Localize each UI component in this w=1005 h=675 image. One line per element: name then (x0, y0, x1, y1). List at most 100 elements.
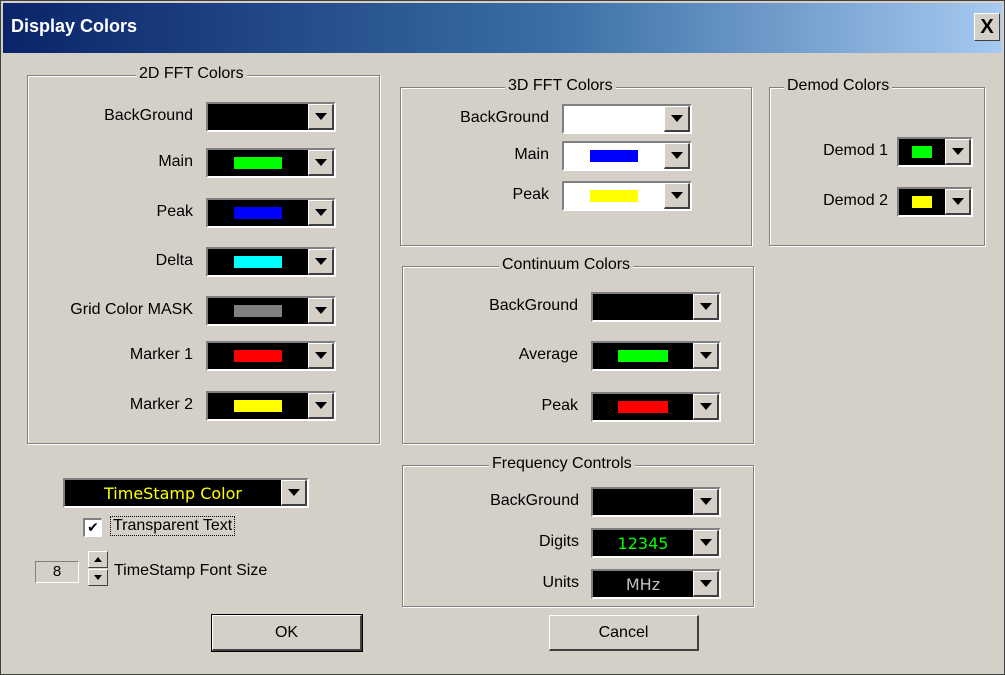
chevron-down-icon (314, 159, 327, 166)
demod-2-dropdown-button[interactable] (945, 189, 971, 215)
demod-1-label: Demod 1 (823, 142, 888, 159)
fft2d-background-combo[interactable] (206, 102, 336, 132)
timestamp-color-combo[interactable]: TimeStamp Color (63, 478, 309, 508)
continuum-peak-field (593, 394, 693, 420)
chevron-down-icon (699, 580, 712, 587)
fft2d-main-label: Main (158, 153, 193, 170)
demod-2-combo[interactable] (897, 187, 973, 217)
continuum-background-field (593, 294, 693, 320)
demod-1-combo[interactable] (897, 137, 973, 167)
spin-down-icon (94, 575, 102, 580)
demod-2-swatch (912, 196, 932, 208)
fft2d-peak-dropdown-button[interactable] (308, 200, 334, 226)
fft2d-delta-label: Delta (155, 252, 193, 269)
freq-digits-value: 12345 (617, 533, 669, 553)
continuum-peak-combo[interactable] (591, 392, 721, 422)
fft3d-background-field (564, 106, 664, 132)
chevron-down-icon (670, 152, 683, 159)
chevron-down-icon (951, 148, 964, 155)
title-bar[interactable]: Display Colors X (3, 3, 1002, 53)
fft3d-main-field (564, 143, 664, 169)
fft3d-main-label: Main (514, 146, 549, 163)
chevron-down-icon (670, 115, 683, 122)
fft2d-peak-combo[interactable] (206, 198, 336, 228)
fft2d-background-dropdown-button[interactable] (308, 104, 334, 130)
group-2d-fft-legend: 2D FFT Colors (136, 65, 247, 83)
fft2d-delta-combo[interactable] (206, 247, 336, 277)
demod-2-field (899, 189, 945, 215)
transparent-text-label[interactable]: Transparent Text (110, 516, 236, 536)
fft2d-marker-2-dropdown-button[interactable] (308, 393, 334, 419)
chevron-down-icon (951, 198, 964, 205)
fft2d-grid-color-mask-dropdown-button[interactable] (308, 298, 334, 324)
fft2d-main-dropdown-button[interactable] (308, 150, 334, 176)
window-title: Display Colors (11, 16, 138, 36)
fft3d-peak-label: Peak (512, 186, 549, 203)
fft2d-marker-1-swatch (234, 350, 282, 362)
cancel-button[interactable]: Cancel (549, 615, 699, 651)
demod-1-field (899, 139, 945, 165)
fft2d-main-combo[interactable] (206, 148, 336, 178)
fft3d-peak-dropdown-button[interactable] (664, 183, 690, 209)
freq-digits-dropdown-button[interactable] (693, 530, 719, 556)
font-size-down-button[interactable] (88, 569, 108, 586)
chevron-down-icon (699, 352, 712, 359)
timestamp-color-field: TimeStamp Color (65, 480, 281, 506)
fft3d-background-dropdown-button[interactable] (664, 106, 690, 132)
chevron-down-icon (670, 192, 683, 199)
freq-background-combo[interactable] (591, 487, 721, 517)
fft2d-delta-swatch (234, 256, 282, 268)
chevron-down-icon (699, 498, 712, 505)
demod-2-label: Demod 2 (823, 192, 888, 209)
continuum-average-dropdown-button[interactable] (693, 343, 719, 369)
chevron-down-icon (314, 209, 327, 216)
font-size-label: TimeStamp Font Size (114, 562, 268, 579)
transparent-text-checkbox[interactable]: ✔ (83, 518, 102, 537)
continuum-peak-dropdown-button[interactable] (693, 394, 719, 420)
group-demod-legend: Demod Colors (784, 77, 893, 95)
fft2d-grid-color-mask-combo[interactable] (206, 296, 336, 326)
fft3d-peak-swatch (590, 190, 638, 202)
fft3d-main-dropdown-button[interactable] (664, 143, 690, 169)
group-continuum-legend: Continuum Colors (499, 256, 634, 274)
chevron-down-icon (699, 403, 712, 410)
fft2d-main-swatch (234, 157, 282, 169)
continuum-average-combo[interactable] (591, 341, 721, 371)
close-icon: X (980, 15, 994, 38)
continuum-background-combo[interactable] (591, 292, 721, 322)
spin-up-icon (94, 557, 102, 562)
freq-background-dropdown-button[interactable] (693, 489, 719, 515)
continuum-peak-swatch (618, 401, 668, 413)
freq-digits-combo[interactable]: 12345 (591, 528, 721, 558)
timestamp-color-value: TimeStamp Color (104, 483, 242, 503)
timestamp-dropdown-button[interactable] (281, 480, 307, 506)
fft2d-background-field (208, 104, 308, 130)
fft2d-peak-field (208, 200, 308, 226)
chevron-down-icon (314, 307, 327, 314)
fft2d-delta-dropdown-button[interactable] (308, 249, 334, 275)
ok-button[interactable]: OK (211, 614, 363, 652)
continuum-peak-label: Peak (541, 397, 578, 414)
freq-units-field: MHz (593, 571, 693, 597)
fft2d-marker-1-dropdown-button[interactable] (308, 343, 334, 369)
freq-units-label: Units (542, 574, 579, 591)
fft2d-main-field (208, 150, 308, 176)
font-size-input[interactable]: 8 (35, 561, 79, 583)
font-size-up-button[interactable] (88, 551, 108, 568)
freq-units-combo[interactable]: MHz (591, 569, 721, 599)
chevron-down-icon (314, 113, 327, 120)
freq-digits-field: 12345 (593, 530, 693, 556)
demod-1-dropdown-button[interactable] (945, 139, 971, 165)
fft2d-marker-2-combo[interactable] (206, 391, 336, 421)
fft2d-grid-color-mask-swatch (234, 305, 282, 317)
fft3d-peak-combo[interactable] (562, 181, 692, 211)
fft3d-background-combo[interactable] (562, 104, 692, 134)
chevron-down-icon (699, 539, 712, 546)
fft2d-grid-color-mask-label: Grid Color MASK (70, 301, 193, 318)
fft3d-main-combo[interactable] (562, 141, 692, 171)
continuum-background-dropdown-button[interactable] (693, 294, 719, 320)
close-button[interactable]: X (974, 13, 1000, 41)
chevron-down-icon (699, 303, 712, 310)
freq-units-dropdown-button[interactable] (693, 571, 719, 597)
fft2d-marker-1-combo[interactable] (206, 341, 336, 371)
